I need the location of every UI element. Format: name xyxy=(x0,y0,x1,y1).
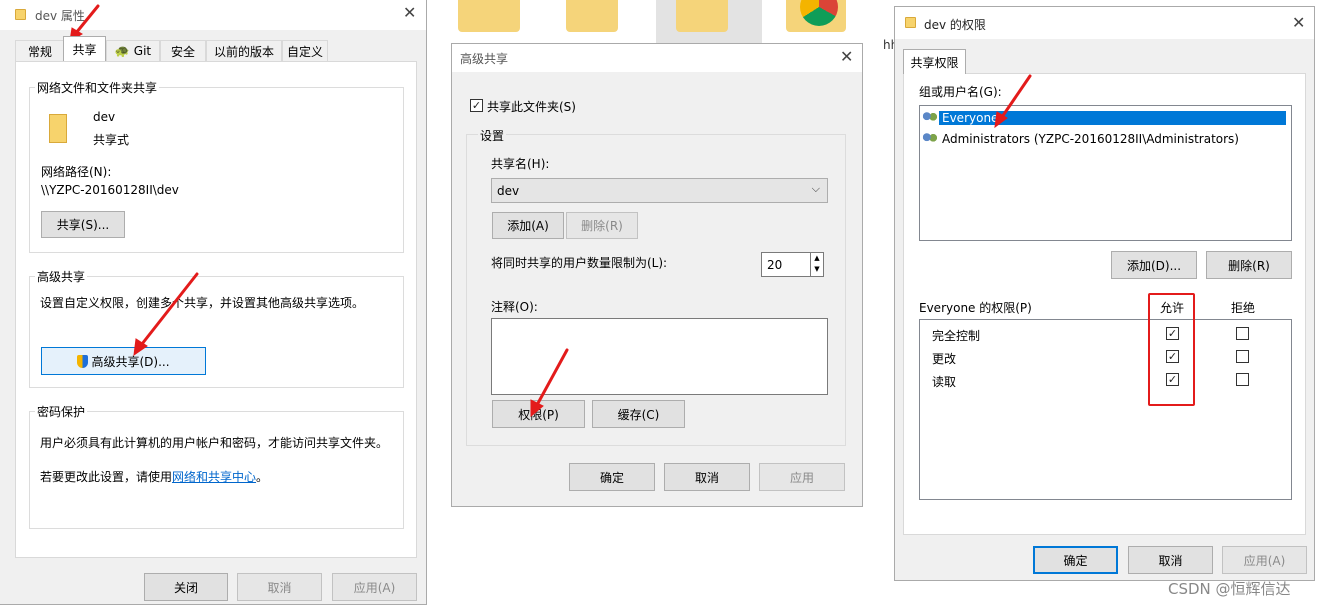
tab-git[interactable]: 🐢 Git xyxy=(106,40,160,61)
highlight-box xyxy=(1148,293,1195,406)
advanced-share-button[interactable]: 高级共享(D)... xyxy=(41,347,206,375)
up-arrow-icon[interactable]: ▲ xyxy=(811,253,823,264)
add-user-button[interactable]: 添加(D)... xyxy=(1111,251,1197,279)
close-icon[interactable]: ✕ xyxy=(840,47,853,67)
tab-sharing[interactable]: 共享 xyxy=(63,36,106,61)
add-share-button[interactable]: 添加(A) xyxy=(492,212,564,239)
sharing-tab-panel: 网络文件和文件夹共享 dev 共享式 网络路径(N): \\YZPC-20160… xyxy=(15,61,417,558)
watermark: CSDN @恒辉信达 xyxy=(1168,580,1291,598)
tab-security[interactable]: 安全 xyxy=(160,40,206,61)
remove-user-button[interactable]: 删除(R) xyxy=(1206,251,1292,279)
close-icon[interactable]: ✕ xyxy=(1292,13,1305,33)
permissions-window: dev 的权限 ✕ 共享权限 组或用户名(G): Everyone Admini… xyxy=(894,6,1315,581)
cancel-button[interactable]: 取消 xyxy=(664,463,750,491)
share-name-label: 共享名(H): xyxy=(491,157,550,171)
bg-folder-icon xyxy=(458,0,520,32)
ok-button[interactable]: 确定 xyxy=(1033,546,1118,574)
permissions-for-label: Everyone 的权限(P) xyxy=(919,301,1032,315)
group-label: 密码保护 xyxy=(35,403,88,420)
users-icon xyxy=(922,133,938,145)
folder-large-icon xyxy=(49,114,67,143)
deny-header: 拒绝 xyxy=(1231,301,1256,315)
folder-icon xyxy=(905,17,916,28)
properties-window: dev 属性 ✕ 常规 共享 🐢 Git 安全 以前的版本 自定义 网络文件和文件… xyxy=(0,0,427,605)
group-label: 设置 xyxy=(478,127,507,144)
user-row-administrators[interactable]: Administrators (YZPC-20160128II\Administ… xyxy=(922,130,1239,148)
window-title: dev 属性 xyxy=(35,9,85,23)
network-path: \\YZPC-20160128II\dev xyxy=(41,183,179,197)
share-folder-label: 共享此文件夹(S) xyxy=(487,100,576,114)
window-title: 高级共享 xyxy=(460,52,509,66)
network-path-label: 网络路径(N): xyxy=(41,165,112,179)
deny-checkbox[interactable] xyxy=(1236,373,1249,386)
group-users-label: 组或用户名(G): xyxy=(919,85,1002,99)
user-row-everyone[interactable]: Everyone xyxy=(922,109,1290,127)
permission-name: 更改 xyxy=(932,352,957,366)
permissions-titlebar[interactable]: dev 的权限 ✕ xyxy=(895,7,1314,39)
share-button[interactable]: 共享(S)... xyxy=(41,211,125,238)
tab-customize[interactable]: 自定义 xyxy=(282,40,328,61)
shield-icon xyxy=(77,354,89,368)
user-limit-label: 将同时共享的用户数量限制为(L): xyxy=(491,256,668,270)
user-limit-input[interactable]: 20 xyxy=(761,252,811,277)
apply-button[interactable]: 应用(A) xyxy=(1222,546,1307,574)
cache-button[interactable]: 缓存(C) xyxy=(592,400,685,428)
chevron-down-icon: ⌵ xyxy=(811,182,820,195)
deny-checkbox[interactable] xyxy=(1236,350,1249,363)
password-description: 用户必须具有此计算机的用户帐户和密码，才能访问共享文件夹。 xyxy=(40,436,389,450)
apply-button[interactable]: 应用(A) xyxy=(332,573,417,601)
permission-button[interactable]: 权限(P) xyxy=(492,400,585,428)
password-change-text: 若要更改此设置，请使用网络和共享中心。 xyxy=(40,470,269,484)
advanced-description: 设置自定义权限，创建多个共享，并设置其他高级共享选项。 xyxy=(40,296,365,310)
apply-button[interactable]: 应用 xyxy=(759,463,845,491)
users-listbox[interactable]: Everyone Administrators (YZPC-20160128II… xyxy=(919,105,1292,241)
user-limit-stepper[interactable]: ▲ ▼ xyxy=(810,252,824,277)
permission-name: 完全控制 xyxy=(932,329,981,343)
permission-name: 读取 xyxy=(932,375,957,389)
permissions-list xyxy=(919,319,1292,500)
share-name-select[interactable]: dev ⌵ xyxy=(491,178,828,203)
group-label: 高级共享 xyxy=(35,268,88,285)
advanced-titlebar[interactable]: 高级共享 ✕ xyxy=(452,44,862,72)
tab-general[interactable]: 常规 xyxy=(15,40,65,61)
git-icon: 🐢 xyxy=(114,44,130,58)
advanced-share-window: 高级共享 ✕ ✓ 共享此文件夹(S) 设置 共享名(H): dev ⌵ 添加(A… xyxy=(451,43,863,507)
bg-folder-icon xyxy=(566,0,618,32)
close-icon[interactable]: ✕ xyxy=(403,3,416,23)
comment-label: 注释(O): xyxy=(491,300,538,314)
users-icon xyxy=(922,112,938,124)
ok-button[interactable]: 确定 xyxy=(569,463,655,491)
folder-name: dev xyxy=(93,110,116,124)
remove-share-button[interactable]: 删除(R) xyxy=(566,212,638,239)
share-permissions-panel: 组或用户名(G): Everyone Administrators (YZPC-… xyxy=(903,73,1306,535)
deny-checkbox[interactable] xyxy=(1236,327,1249,340)
share-folder-checkbox[interactable]: ✓ xyxy=(470,99,483,112)
folder-icon xyxy=(15,9,26,20)
down-arrow-icon[interactable]: ▼ xyxy=(811,264,823,275)
properties-titlebar[interactable]: dev 属性 ✕ xyxy=(0,0,426,30)
window-title: dev 的权限 xyxy=(924,18,986,32)
tab-share-permissions[interactable]: 共享权限 xyxy=(903,49,966,74)
comment-textarea[interactable] xyxy=(491,318,828,395)
cancel-button[interactable]: 取消 xyxy=(1128,546,1213,574)
network-center-link[interactable]: 网络和共享中心 xyxy=(172,470,256,484)
close-button[interactable]: 关闭 xyxy=(144,573,228,601)
tab-previous-versions[interactable]: 以前的版本 xyxy=(206,40,282,61)
group-label: 网络文件和文件夹共享 xyxy=(35,79,160,96)
bg-folder-icon xyxy=(676,0,728,32)
cancel-button[interactable]: 取消 xyxy=(237,573,322,601)
share-state: 共享式 xyxy=(93,133,130,147)
